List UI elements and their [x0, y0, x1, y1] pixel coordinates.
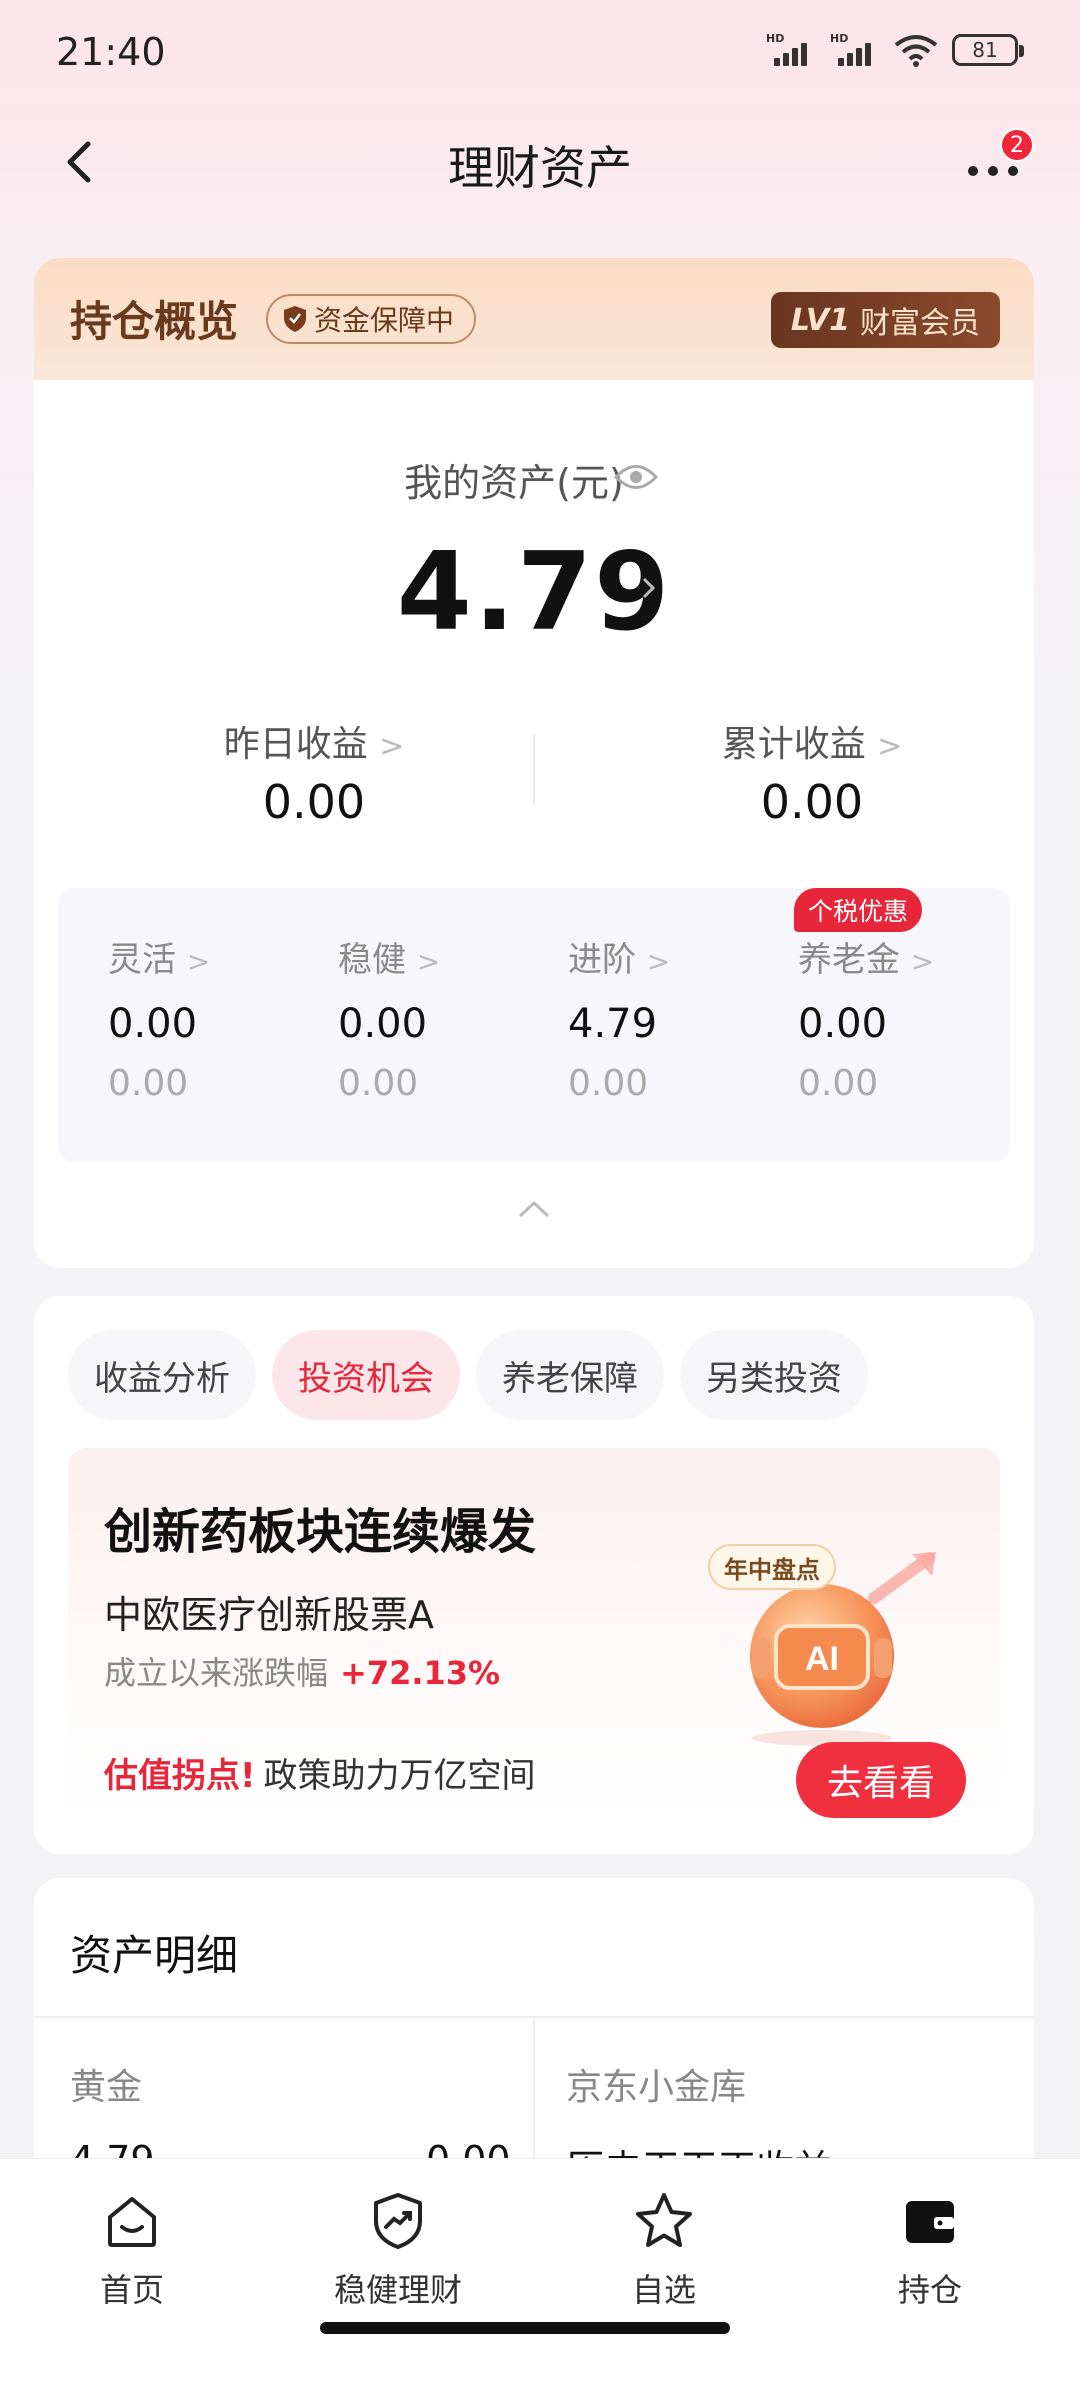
mid-year-tag: 年中盘点: [708, 1544, 836, 1590]
status-time: 21:40: [56, 30, 166, 74]
promo-banner[interactable]: 创新药板块连续爆发 中欧医疗创新股票A 成立以来涨跌幅 +72.13% AI 年中…: [68, 1448, 1000, 1820]
bottom-nav-watchlist[interactable]: 自选: [564, 2189, 764, 2311]
more-button[interactable]: 2: [960, 128, 1034, 188]
tab-investment-opportunities[interactable]: 投资机会: [272, 1330, 460, 1420]
more-icon: [968, 166, 1018, 176]
page-title: 理财资产: [448, 141, 632, 195]
promo-fund-name: 中欧医疗创新股票A: [104, 1593, 434, 1637]
chevron-right-icon: >: [186, 945, 211, 978]
category-flexible[interactable]: 灵活 > 0.00 0.00: [108, 932, 328, 1104]
top-nav: 理财资产 2: [0, 110, 1080, 210]
holdings-overview-header: 持仓概览 资金保障中 LV1 财富会员: [34, 258, 1034, 380]
asset-detail-title: 资产明细: [70, 1931, 239, 1980]
wifi-icon: [894, 35, 938, 67]
home-indicator[interactable]: [320, 2322, 730, 2334]
shield-icon: [284, 306, 306, 332]
category-pension[interactable]: 养老金 > 0.00 0.00: [798, 932, 1018, 1104]
shield-chart-icon: [374, 2193, 422, 2249]
eye-icon[interactable]: [614, 462, 658, 492]
cumulative-earnings-label: 累计收益: [721, 724, 866, 765]
signal-icon-2: HD: [830, 32, 880, 68]
battery-icon: 81: [952, 34, 1024, 66]
bottom-nav-holdings[interactable]: 持仓: [830, 2189, 1030, 2311]
my-assets-label: 我的资产(元): [404, 461, 624, 505]
category-label: 进阶: [568, 940, 636, 980]
chevron-right-icon[interactable]: [636, 576, 660, 600]
tab-pension-protection[interactable]: 养老保障: [476, 1330, 664, 1420]
chevron-up-icon[interactable]: [516, 1198, 552, 1220]
chevron-right-icon: >: [379, 729, 405, 764]
tab-alternative-investment[interactable]: 另类投资: [680, 1330, 868, 1420]
wallet-icon: [906, 2201, 954, 2243]
bottom-nav-steady[interactable]: 稳健理财: [298, 2189, 498, 2311]
category-value: 4.79: [568, 1001, 658, 1047]
category-label: 稳健: [338, 940, 406, 980]
ai-label: AI: [805, 1640, 839, 1678]
category-sub-value: 0.00: [568, 1063, 649, 1104]
go-see-button[interactable]: 去看看: [796, 1742, 966, 1818]
holdings-overview-card: 我的资产(元) 4.79 昨日收益 > 0.00 累计收益 > 0.00 灵活 …: [34, 380, 1034, 1268]
category-sub-value: 0.00: [338, 1063, 419, 1104]
total-asset-value[interactable]: 4.79: [34, 530, 1034, 655]
category-value: 0.00: [798, 1001, 888, 1047]
member-level-badge[interactable]: LV1 财富会员: [770, 292, 1000, 348]
bottom-nav-label: 稳健理财: [333, 2271, 462, 2309]
bottom-nav-label: 持仓: [897, 2271, 962, 2309]
bottom-nav: 首页 稳健理财 自选 持仓: [0, 2158, 1080, 2400]
status-icons: HD HD 81: [766, 32, 1024, 68]
cumulative-earnings[interactable]: 累计收益 > 0.00: [662, 715, 962, 829]
chevron-right-icon: >: [416, 945, 441, 978]
fund-guarantee-label: 资金保障中: [314, 304, 455, 337]
tab-earnings-analysis[interactable]: 收益分析: [68, 1330, 256, 1420]
signal-icon: HD: [766, 32, 816, 68]
asset-item-jd-vault-name[interactable]: 京东小金库: [566, 2058, 746, 2110]
bottom-nav-home[interactable]: 首页: [32, 2189, 232, 2311]
member-level: LV1: [790, 302, 850, 338]
category-steady[interactable]: 稳健 > 0.00 0.00: [338, 932, 558, 1104]
yesterday-earnings[interactable]: 昨日收益 > 0.00: [164, 715, 464, 829]
promo-tip-text: 政策助力万亿空间: [263, 1756, 536, 1796]
promo-title: 创新药板块连续爆发: [104, 1504, 537, 1560]
chevron-right-icon: >: [646, 945, 671, 978]
star-icon: [636, 2193, 692, 2247]
notification-badge: 2: [1000, 128, 1034, 162]
promo-since-inception: 成立以来涨跌幅 +72.13%: [104, 1648, 500, 1694]
promo-tip: 估值拐点! 政策助力万亿空间: [104, 1748, 536, 1797]
holdings-overview-title: 持仓概览: [70, 297, 239, 346]
category-label: 养老金: [798, 940, 900, 980]
asset-item-gold-name[interactable]: 黄金: [70, 2058, 142, 2110]
chevron-right-icon: >: [877, 729, 903, 764]
cumulative-earnings-value: 0.00: [760, 775, 864, 829]
category-sub-value: 0.00: [108, 1063, 189, 1104]
fund-guarantee-badge[interactable]: 资金保障中: [266, 294, 477, 344]
category-label: 灵活: [108, 940, 176, 980]
tax-benefit-tag: 个税优惠: [794, 888, 923, 932]
divider: [533, 735, 535, 805]
since-inception-rate: +72.13%: [340, 1654, 501, 1692]
yesterday-earnings-label: 昨日收益: [223, 724, 368, 765]
category-advanced[interactable]: 进阶 > 4.79 0.00: [568, 932, 788, 1104]
promo-tip-highlight: 估值拐点!: [104, 1756, 256, 1796]
member-level-text: 财富会员: [860, 306, 980, 341]
bottom-nav-label: 自选: [631, 2271, 696, 2309]
chevron-right-icon: >: [910, 945, 935, 978]
category-panel: 灵活 > 0.00 0.00 稳健 > 0.00 0.00 进阶 > 4.79 …: [58, 888, 1010, 1162]
since-inception-label: 成立以来涨跌幅: [104, 1654, 329, 1692]
investment-card: 收益分析 投资机会 养老保障 另类投资 创新药板块连续爆发 中欧医疗创新股票A …: [34, 1296, 1034, 1854]
category-sub-value: 0.00: [798, 1063, 879, 1104]
home-icon: [108, 2197, 156, 2247]
status-bar: 21:40 HD HD 81: [0, 0, 1080, 100]
category-value: 0.00: [108, 1001, 198, 1047]
category-value: 0.00: [338, 1001, 428, 1047]
yesterday-earnings-value: 0.00: [262, 775, 366, 829]
bottom-nav-label: 首页: [99, 2271, 164, 2309]
